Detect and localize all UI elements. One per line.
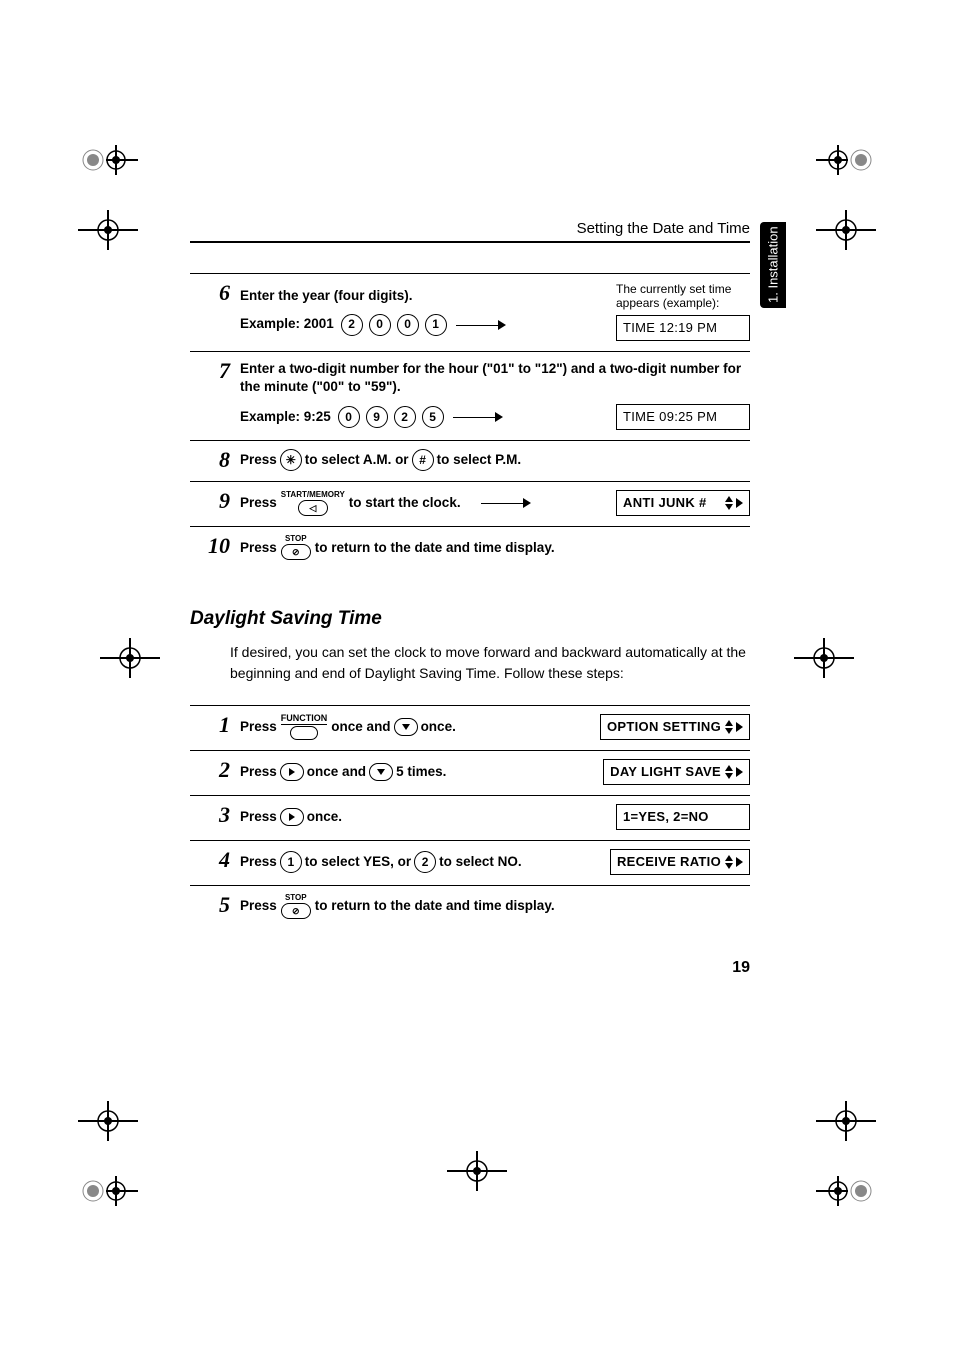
step-number: 8 [190,449,240,471]
lcd-display: TIME 12:19 PM [616,315,750,341]
step-text: Press [240,808,277,826]
key-star: ✳ [280,449,302,471]
step-text: once and [307,763,366,781]
step-number: 5 [190,894,240,916]
lcd-display: TIME 09:25 PM [616,404,750,430]
dst-step-2: 2 Press once and 5 times. DAY LIGHT SAVE [190,751,750,796]
crop-mark-icon [100,628,160,688]
display-note: The currently set time appears (example)… [616,282,731,311]
crop-mark-icon [816,1161,876,1221]
down-arrow-button-icon [394,718,418,736]
dst-step-4: 4 Press 1 to select YES, or 2 to select … [190,841,750,886]
step-text: to select P.M. [437,451,522,469]
crop-mark-icon [78,130,138,190]
step-text: to return to the date and time display. [315,539,555,557]
lcd-display: DAY LIGHT SAVE [603,759,750,785]
key-0: 0 [369,314,391,336]
function-button-icon: FUNCTION [281,714,328,740]
right-arrow-button-icon [280,808,304,826]
key-9: 9 [366,406,388,428]
steps-block-a: 6 Enter the year (four digits). Example:… [190,273,750,570]
section-tab: 1. Installation [760,222,786,308]
stop-button-icon: STOP ⊘ [281,894,311,919]
step-number: 3 [190,804,240,826]
page-header: Setting the Date and Time [190,220,750,237]
key-2: 2 [341,314,363,336]
step-text: Press [240,539,277,557]
step-text: to select A.M. or [305,451,409,469]
dst-step-5: 5 Press STOP ⊘ to return to the date and… [190,886,750,929]
crop-mark-icon [816,130,876,190]
arrow-icon [481,498,531,508]
lcd-display: 1=YES, 2=NO [616,804,750,830]
step-text: Press [240,853,277,871]
step-text: once. [421,718,456,736]
arrow-icon [456,320,506,330]
crop-mark-icon [794,628,854,688]
step-text: 5 times. [396,763,446,781]
crop-mark-icon [447,1141,507,1201]
step-6: 6 Enter the year (four digits). Example:… [190,274,750,352]
stop-button-icon: STOP ⊘ [281,535,311,560]
key-1: 1 [280,851,302,873]
example-label: Example: 9:25 [240,408,331,426]
step-number: 2 [190,759,240,781]
start-memory-button-icon: START/MEMORY ◁ [281,491,345,516]
steps-block-b: 1 Press FUNCTION once and once. OPTION S… [190,705,750,929]
arrow-icon [453,412,503,422]
key-hash: # [412,449,434,471]
step-number: 7 [190,360,240,382]
crop-mark-icon [816,1091,876,1151]
step-text: Press [240,897,277,915]
section-heading: Daylight Saving Time [190,608,750,630]
divider [190,241,750,243]
step-text: once and [331,718,390,736]
page-number: 19 [732,959,750,977]
step-10: 10 Press STOP ⊘ to return to the date an… [190,527,750,570]
step-text: to start the clock. [349,494,461,512]
step-number: 10 [190,535,240,557]
step-7: 7 Enter a two-digit number for the hour … [190,352,750,441]
step-text: Press [240,718,277,736]
step-text: Press [240,494,277,512]
key-1: 1 [425,314,447,336]
crop-mark-icon [78,200,138,260]
key-0: 0 [397,314,419,336]
step-text: Enter a two-digit number for the hour ("… [240,360,750,396]
step-text: Press [240,763,277,781]
lcd-display: OPTION SETTING [600,714,750,740]
step-number: 4 [190,849,240,871]
step-text: Enter the year (four digits). [240,287,616,305]
section-intro: If desired, you can set the clock to mov… [230,642,750,683]
right-arrow-button-icon [280,763,304,781]
crop-mark-icon [78,1161,138,1221]
crop-mark-icon [78,1091,138,1151]
lcd-display: RECEIVE RATIO [610,849,750,875]
dst-step-1: 1 Press FUNCTION once and once. OPTION S… [190,706,750,751]
key-2: 2 [414,851,436,873]
step-9: 9 Press START/MEMORY ◁ to start the cloc… [190,482,750,527]
key-0: 0 [338,406,360,428]
step-8: 8 Press ✳ to select A.M. or # to select … [190,441,750,482]
step-text: Press [240,451,277,469]
crop-mark-icon [816,200,876,260]
down-arrow-button-icon [369,763,393,781]
step-number: 1 [190,714,240,736]
key-2: 2 [394,406,416,428]
step-text: to select NO. [439,853,522,871]
key-5: 5 [422,406,444,428]
step-text: once. [307,808,342,826]
step-text: to select YES, or [305,853,411,871]
page-content: Setting the Date and Time 6 Enter the ye… [190,220,750,929]
step-number: 9 [190,490,240,512]
step-text: to return to the date and time display. [315,897,555,915]
example-label: Example: 2001 [240,315,334,333]
step-number: 6 [190,282,240,304]
dst-step-3: 3 Press once. 1=YES, 2=NO [190,796,750,841]
lcd-display: ANTI JUNK # [616,490,750,516]
